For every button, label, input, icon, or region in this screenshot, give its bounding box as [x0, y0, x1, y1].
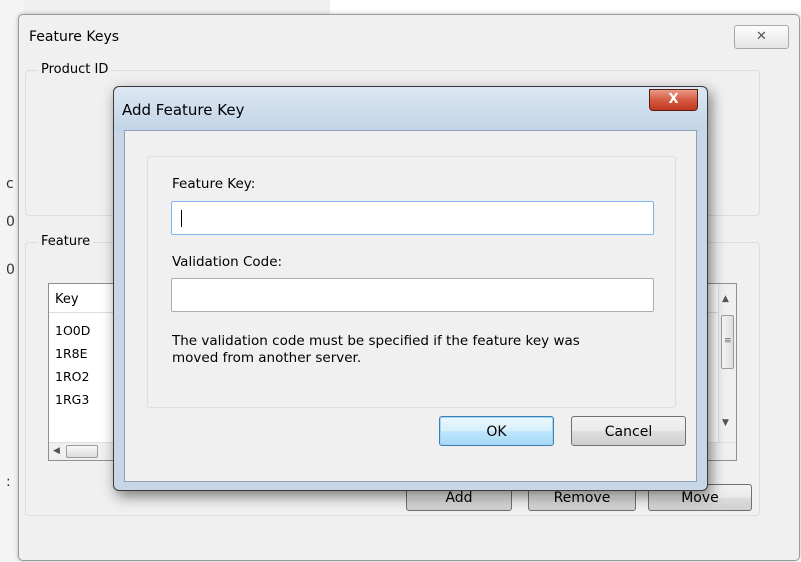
product-id-group-label: Product ID — [38, 62, 112, 77]
add-feature-key-dialog: Add Feature Key X Feature Key: Validatio… — [113, 86, 708, 491]
background-text-fragment: : — [6, 474, 11, 490]
window-close-button[interactable]: ✕ — [734, 25, 789, 49]
close-icon: ✕ — [756, 29, 767, 44]
background-text-fragment: 0 — [6, 214, 15, 230]
validation-help-text: The validation code must be specified if… — [172, 333, 672, 367]
text-caret — [181, 210, 182, 227]
feature-key-input[interactable] — [171, 201, 654, 235]
dialog-titlebar: Add Feature Key X — [114, 87, 707, 131]
feature-keys-group-label: Feature — [38, 234, 94, 249]
list-item[interactable]: 1O0D — [55, 323, 90, 338]
grip-icon: ≡ — [724, 336, 732, 346]
scroll-up-icon[interactable]: ▲ — [722, 294, 729, 304]
vertical-scroll-thumb[interactable]: ≡ — [721, 315, 734, 369]
cancel-button[interactable]: Cancel — [571, 416, 686, 446]
help-text-line: moved from another server. — [172, 350, 362, 366]
list-item[interactable]: 1RG3 — [55, 392, 89, 407]
background-text-fragment: 0 — [6, 262, 15, 278]
close-icon: X — [668, 92, 679, 107]
background-text-fragment: c — [6, 176, 14, 192]
dialog-body: Feature Key: Validation Code: The valida… — [124, 130, 697, 482]
horizontal-scroll-thumb[interactable] — [66, 445, 98, 458]
ok-button[interactable]: OK — [439, 416, 554, 446]
validation-code-label: Validation Code: — [172, 254, 283, 270]
scroll-down-icon[interactable]: ▼ — [722, 418, 729, 428]
help-text-line: The validation code must be specified if… — [172, 333, 580, 349]
validation-code-input[interactable] — [171, 278, 654, 312]
column-header-key[interactable]: Key — [55, 292, 79, 307]
feature-key-label: Feature Key: — [172, 176, 256, 192]
window-title: Feature Keys — [29, 29, 120, 45]
list-item[interactable]: 1RO2 — [55, 369, 89, 384]
dialog-title: Add Feature Key — [122, 101, 245, 119]
vertical-scrollbar[interactable]: ▲ ≡ ▼ — [718, 284, 736, 460]
scroll-left-icon[interactable]: ◀ — [53, 446, 60, 456]
list-item[interactable]: 1R8E — [55, 346, 88, 361]
dialog-close-button[interactable]: X — [649, 89, 698, 111]
